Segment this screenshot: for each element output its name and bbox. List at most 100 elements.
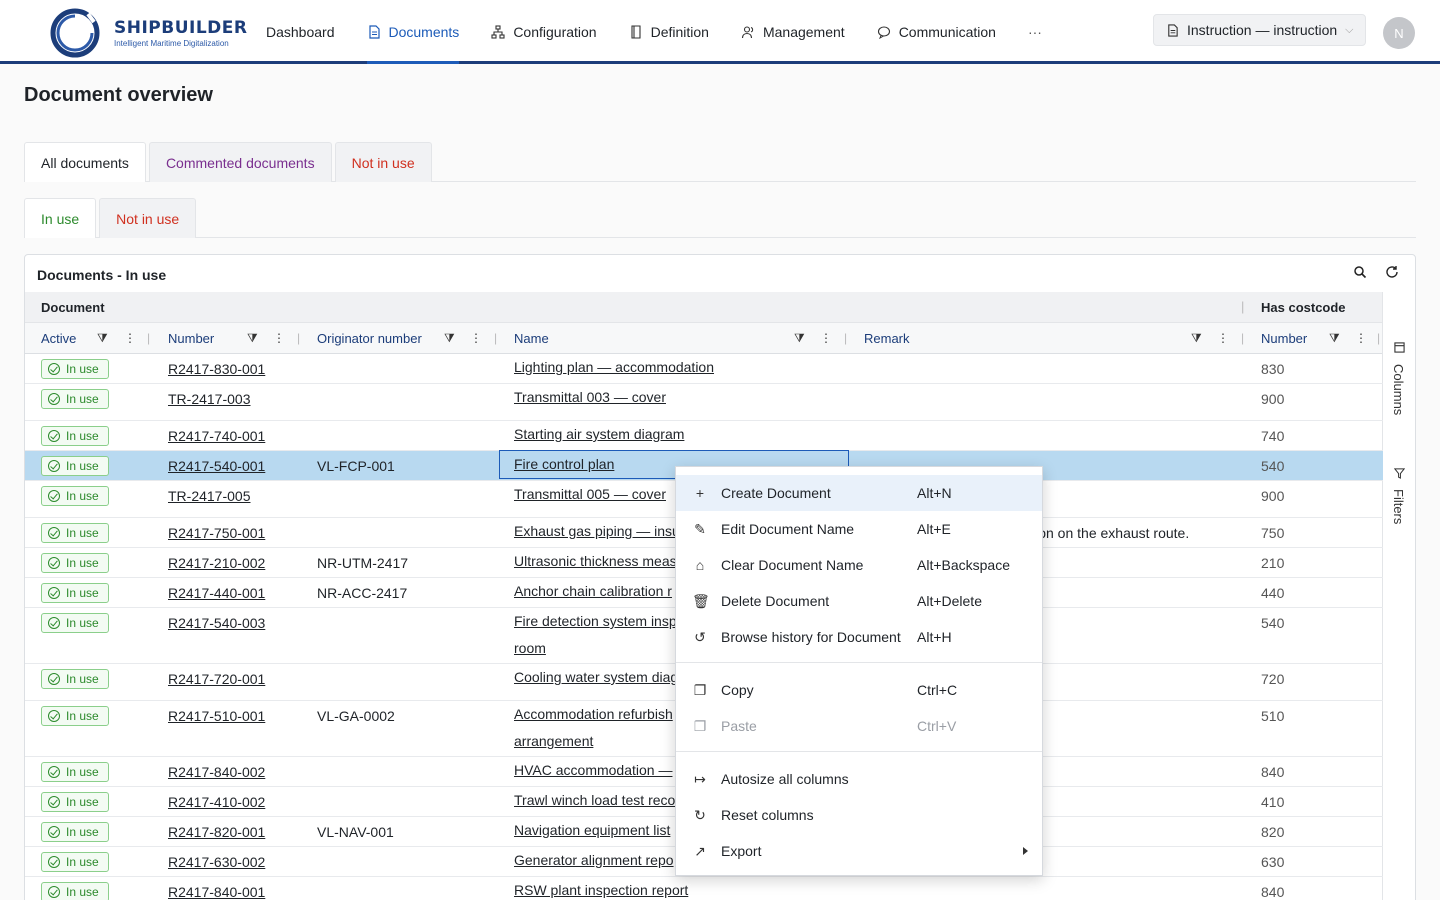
document-name-link[interactable]: Accommodation refurbish — [514, 706, 673, 722]
document-number-link[interactable]: R2417-540-001 — [168, 458, 265, 474]
menu-item-export[interactable]: ↗ Export — [676, 833, 1042, 869]
document-number-link[interactable]: R2417-840-001 — [168, 884, 265, 900]
document-number-link[interactable]: R2417-840-002 — [168, 764, 265, 780]
document-name-link[interactable]: HVAC accommodation — — [514, 762, 672, 778]
column-header-name[interactable]: Name — [514, 331, 549, 346]
document-name-link[interactable]: Cooling water system diag — [514, 669, 678, 685]
column-header-costcode-number[interactable]: Number — [1261, 331, 1307, 346]
nav-definition[interactable]: Definition — [629, 0, 709, 64]
document-number-link[interactable]: R2417-410-002 — [168, 794, 265, 810]
table-row[interactable]: In use R2417-740-001 Starting air system d… — [25, 421, 1383, 451]
column-divider[interactable]: | — [147, 331, 150, 345]
column-header-originator[interactable]: Originator number — [317, 331, 422, 346]
document-name-link[interactable]: Fire detection system insp — [514, 613, 677, 629]
document-number-link[interactable]: R2417-210-002 — [168, 555, 265, 571]
document-name-link[interactable]: arrangement — [514, 733, 593, 749]
nav-configuration[interactable]: Configuration — [491, 0, 597, 64]
column-header-active[interactable]: Active — [41, 331, 76, 346]
menu-item-copy[interactable]: ❐ Copy Ctrl+C — [676, 672, 1042, 708]
nav-management[interactable]: Management — [741, 0, 845, 64]
column-header-number[interactable]: Number — [168, 331, 214, 346]
menu-item-create-document[interactable]: + Create Document Alt+N — [676, 475, 1042, 511]
filter-icon[interactable]: ⧩ — [444, 331, 455, 346]
column-menu-icon[interactable]: ⋮ — [273, 331, 285, 345]
document-name-link[interactable]: Trawl winch load test reco — [514, 792, 675, 808]
menu-item-browse-history-for-document[interactable]: ↺ Browse history for Document Alt+H — [676, 619, 1042, 655]
document-number-link[interactable]: R2417-510-001 — [168, 708, 265, 724]
table-row[interactable]: In use R2417-830-001 Lighting plan — accom… — [25, 354, 1383, 384]
document-number-link[interactable]: R2417-440-001 — [168, 585, 265, 601]
filter-icon[interactable]: ⧩ — [794, 331, 805, 346]
document-name-link[interactable]: Anchor chain calibration r — [514, 583, 672, 599]
columns-icon[interactable] — [1394, 342, 1405, 353]
menu-item-clear-document-name[interactable]: ⌂ Clear Document Name Alt+Backspace — [676, 547, 1042, 583]
document-number-link[interactable]: R2417-830-001 — [168, 361, 265, 377]
side-panel-columns[interactable]: Columns — [1391, 364, 1406, 415]
table-row[interactable]: In use TR-2417-003 Transmittal 003 — cover… — [25, 384, 1383, 421]
menu-item-autosize-all-columns[interactable]: ↦ Autosize all columns — [676, 761, 1042, 797]
column-menu-icon[interactable]: ⋮ — [470, 331, 482, 345]
column-divider[interactable]: | — [494, 331, 497, 345]
refresh-icon[interactable] — [1385, 265, 1399, 279]
column-divider[interactable]: | — [844, 331, 847, 345]
document-number-link[interactable]: TR-2417-005 — [168, 488, 251, 504]
column-divider[interactable]: | — [1241, 299, 1244, 314]
menu-item-reset-columns[interactable]: ↻ Reset columns — [676, 797, 1042, 833]
tab-all-documents[interactable]: All documents — [24, 142, 146, 182]
document-number-link[interactable]: R2417-820-001 — [168, 824, 265, 840]
document-number-link[interactable]: R2417-720-001 — [168, 671, 265, 687]
side-panel-filters[interactable]: Filters — [1391, 489, 1406, 524]
menu-item-delete-document[interactable]: 🗑 Delete Document Alt+Delete — [676, 583, 1042, 619]
nav-documents[interactable]: Documents — [366, 0, 459, 64]
document-name-link[interactable]: Exhaust gas piping — insu — [514, 523, 680, 539]
document-number-link[interactable]: R2417-750-001 — [168, 525, 265, 541]
tab-not-in-use-secondary[interactable]: Not in use — [99, 198, 197, 238]
document-name-link[interactable]: Generator alignment repo — [514, 852, 674, 868]
document-name-link[interactable]: Fire control plan — [514, 456, 614, 472]
nav-communication[interactable]: Communication — [877, 0, 996, 64]
plus-icon: + — [695, 485, 705, 501]
logo[interactable]: SHIPBUILDER Intelligent Maritime Digital… — [50, 8, 248, 58]
search-icon[interactable] — [1353, 265, 1367, 279]
column-menu-icon[interactable]: ⋮ — [124, 331, 136, 345]
nav-more-button[interactable]: ··· — [1028, 0, 1042, 64]
group-header-document: Document — [41, 300, 105, 315]
tab-in-use[interactable]: In use — [24, 198, 97, 238]
document-name-link[interactable]: Navigation equipment list — [514, 822, 670, 838]
check-circle-icon — [48, 393, 60, 405]
document-name-link[interactable]: room — [514, 640, 546, 656]
filter-icon[interactable]: ⧩ — [1191, 331, 1202, 346]
table-row[interactable]: In use R2417-840-001 RSW plant inspection … — [25, 877, 1383, 900]
menu-item-paste[interactable]: ❐ Paste Ctrl+V — [676, 708, 1042, 744]
document-number-link[interactable]: TR-2417-003 — [168, 391, 251, 407]
document-number-link[interactable]: R2417-630-002 — [168, 854, 265, 870]
filter-icon[interactable]: ⧩ — [97, 331, 108, 346]
menu-item-edit-document-name[interactable]: ✎ Edit Document Name Alt+E — [676, 511, 1042, 547]
column-menu-icon[interactable]: ⋮ — [1217, 331, 1229, 345]
menu-item-shortcut: Alt+Backspace — [917, 557, 1010, 573]
column-divider[interactable]: | — [297, 331, 300, 345]
document-name-link[interactable]: Ultrasonic thickness meas — [514, 553, 677, 569]
column-divider[interactable]: | — [1241, 331, 1244, 345]
tab-not-in-use[interactable]: Not in use — [334, 142, 432, 182]
filter-icon[interactable]: ⧩ — [1329, 331, 1340, 346]
document-number-link[interactable]: R2417-540-003 — [168, 615, 265, 631]
document-name-link[interactable]: Lighting plan — accommodation — [514, 359, 714, 375]
status-badge: In use — [41, 822, 109, 842]
avatar[interactable]: N — [1383, 17, 1415, 49]
document-number-link[interactable]: R2417-740-001 — [168, 428, 265, 444]
menu-item-label: Paste — [721, 718, 757, 734]
document-name-link[interactable]: Transmittal 003 — cover — [514, 389, 666, 405]
column-header-remark[interactable]: Remark — [864, 331, 910, 346]
column-divider[interactable]: | — [1377, 331, 1380, 345]
filter-icon[interactable]: ⧩ — [247, 331, 258, 346]
column-menu-icon[interactable]: ⋮ — [1355, 331, 1367, 345]
document-name-link[interactable]: Transmittal 005 — cover — [514, 486, 666, 502]
document-name-link[interactable]: RSW plant inspection report — [514, 882, 688, 898]
instruction-selector[interactable]: Instruction — instruction ⌵ — [1153, 14, 1366, 46]
filter-icon[interactable] — [1394, 468, 1405, 479]
document-name-link[interactable]: Starting air system diagram — [514, 426, 684, 442]
tab-commented-documents[interactable]: Commented documents — [148, 142, 332, 182]
nav-dashboard[interactable]: Dashboard — [266, 0, 335, 64]
column-menu-icon[interactable]: ⋮ — [820, 331, 832, 345]
